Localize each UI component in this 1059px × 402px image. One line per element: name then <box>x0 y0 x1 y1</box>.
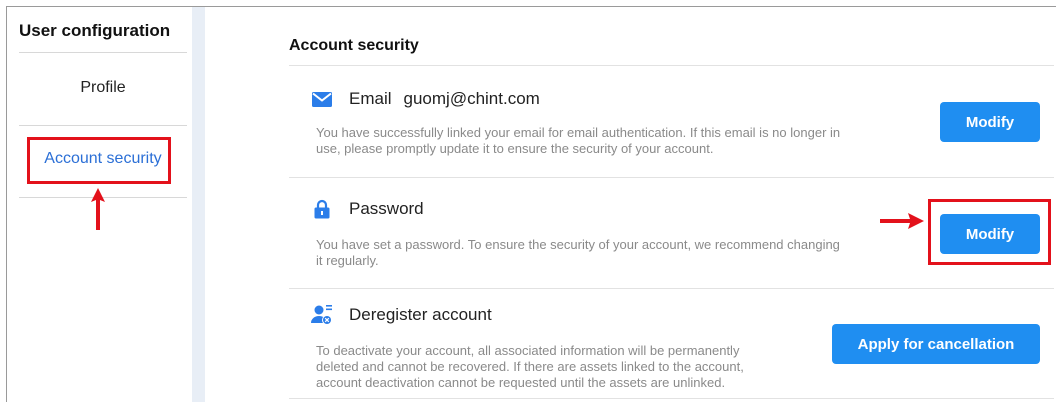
password-label: Password <box>349 199 424 218</box>
annotation-arrow-up-icon <box>91 188 105 230</box>
password-description: You have set a password. To ensure the s… <box>316 237 840 269</box>
sidebar-item-profile[interactable]: Profile <box>19 79 187 97</box>
deregister-description-line: To deactivate your account, all associat… <box>316 343 740 358</box>
envelope-icon <box>311 88 333 110</box>
deregister-description: To deactivate your account, all associat… <box>316 343 744 391</box>
row-divider <box>289 398 1054 399</box>
password-description-line: it regularly. <box>316 253 379 268</box>
row-divider <box>289 177 1054 178</box>
email-description: You have successfully linked your email … <box>316 125 840 157</box>
row-divider <box>289 65 1054 66</box>
deregister-label: Deregister account <box>349 305 492 324</box>
email-row-header: Email guomj@chint.com <box>311 88 540 110</box>
apply-for-cancellation-button[interactable]: Apply for cancellation <box>832 324 1040 364</box>
row-divider <box>289 288 1054 289</box>
deregister-description-line: account deactivation cannot be requested… <box>316 375 726 390</box>
email-value: guomj@chint.com <box>403 89 540 108</box>
email-label: Email <box>349 89 392 108</box>
annotation-arrow-right-icon <box>880 213 924 229</box>
sidebar-divider <box>19 52 187 53</box>
annotation-highlight-box <box>27 137 171 184</box>
deregister-row-header: Deregister account <box>311 304 492 326</box>
password-row-header: Password <box>311 198 424 220</box>
password-description-line: You have set a password. To ensure the s… <box>316 237 840 252</box>
panel-divider <box>192 7 205 402</box>
annotation-highlight-box <box>928 199 1051 265</box>
sidebar-title: User configuration <box>19 21 171 40</box>
lock-icon <box>311 198 333 220</box>
sidebar-divider <box>19 125 187 126</box>
deregister-description-line: deleted and cannot be recovered. If ther… <box>316 359 744 374</box>
user-delete-icon <box>311 304 333 326</box>
page-title: Account security <box>289 37 419 54</box>
email-description-line: use, please promptly update it to ensure… <box>316 141 714 156</box>
modify-email-button[interactable]: Modify <box>940 102 1040 142</box>
email-description-line: You have successfully linked your email … <box>316 125 841 140</box>
